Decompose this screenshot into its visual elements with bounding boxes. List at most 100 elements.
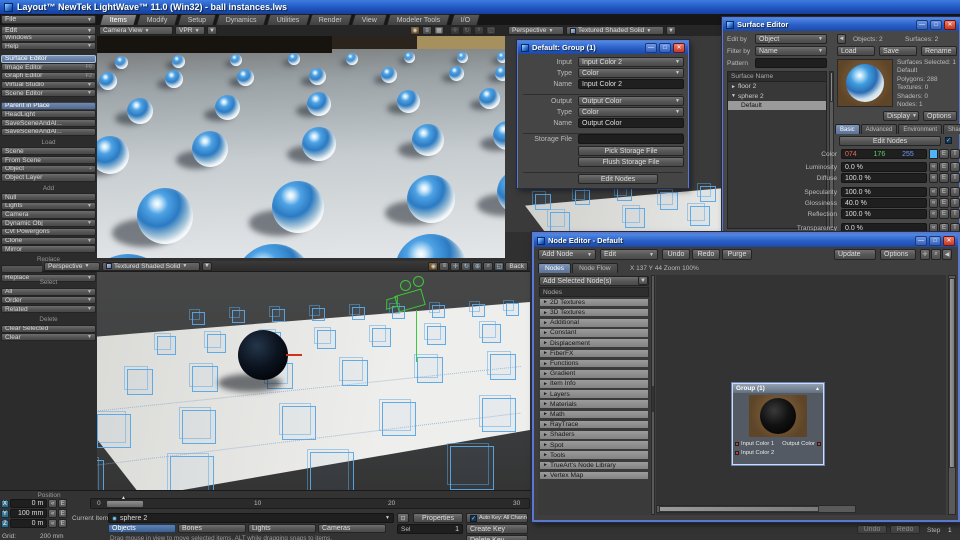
node-category-fiberfx[interactable]: ►FiberFX xyxy=(539,349,649,359)
delete-key-button[interactable]: Delete Key xyxy=(466,535,528,540)
output-select[interactable]: Output Color▼ xyxy=(578,96,684,106)
present-icon[interactable]: ◀ xyxy=(942,249,952,260)
list-icon[interactable]: ≡ xyxy=(439,262,449,271)
slider-nudge-button[interactable]: « xyxy=(929,198,938,208)
edit-button[interactable]: Edit▼ xyxy=(600,249,658,260)
purge-button[interactable]: Purge xyxy=(722,249,752,260)
sidebar-item-headlight[interactable]: HeadLight xyxy=(1,110,96,118)
port-icon[interactable] xyxy=(817,442,821,446)
render-mode-dropdown-icon[interactable]: ▼ xyxy=(207,26,217,35)
node-category-2d-textures[interactable]: ►2D Textures xyxy=(539,298,649,308)
node-category-functions[interactable]: ►Functions xyxy=(539,359,649,369)
menu-tab-modeler-tools[interactable]: Modeler Tools xyxy=(387,14,452,25)
sidebar-item-lights[interactable]: Lights▼ xyxy=(1,202,96,210)
sidebar-item-scene[interactable]: Scene xyxy=(1,147,96,155)
node-category-materials[interactable]: ►Materials xyxy=(539,399,649,409)
sidebar-item-savesceneandal[interactable]: SaveSceneAndAl... xyxy=(1,128,96,136)
expand-icon[interactable]: ► xyxy=(543,310,548,316)
sidebar-item-order[interactable]: Order▼ xyxy=(1,296,96,304)
envelope-button[interactable]: E xyxy=(939,187,949,197)
input-select[interactable]: Input Color 2▼ xyxy=(578,57,684,67)
slider-nudge-button[interactable]: « xyxy=(929,209,938,219)
canvas-vscrollbar[interactable] xyxy=(948,275,956,515)
perspective-view-select[interactable]: Perspective▼ xyxy=(508,26,564,35)
zoom-icon[interactable]: ⌕ xyxy=(474,26,484,35)
envelope-button[interactable]: E xyxy=(58,509,67,518)
pan-icon[interactable]: ✛ xyxy=(920,249,930,260)
load-button[interactable]: Load xyxy=(837,46,875,56)
envelope-button[interactable]: E xyxy=(939,162,949,172)
sidebar-item-image-editor[interactable]: Image EditorF6 xyxy=(1,63,96,71)
expand-icon[interactable]: ► xyxy=(543,442,548,448)
input-port[interactable]: Input Color 2 xyxy=(735,450,774,456)
edit-nodes-button[interactable]: Edit Nodes xyxy=(578,174,658,184)
surface-editor-titlebar[interactable]: Surface Editor — □ ✕ xyxy=(723,18,959,31)
node-category-displacement[interactable]: ►Displacement xyxy=(539,338,649,348)
input-name-field[interactable]: Input Color 2 xyxy=(578,79,684,89)
node-category-shaders[interactable]: ►Shaders xyxy=(539,430,649,440)
sidebar-item-help[interactable]: Help▼ xyxy=(1,42,96,50)
add-selected-nodes-button[interactable]: Add Selected Node(s) xyxy=(539,276,649,286)
sidebar-item-virtual-studio[interactable]: Virtual Studio▼ xyxy=(1,81,96,89)
port-icon[interactable] xyxy=(735,442,739,446)
slider-nudge-button[interactable]: « xyxy=(48,519,57,528)
surface-list-item-sphere-2[interactable]: ▼sphere 2 xyxy=(728,91,826,100)
timeline-slider[interactable]: ▲ 0102030 xyxy=(90,498,530,509)
camera-icon[interactable]: ◉ xyxy=(428,262,438,271)
pick-storage-file-button[interactable]: Pick Storage File xyxy=(578,146,684,156)
property-value-field[interactable]: 100.0 % xyxy=(841,209,927,219)
property-value-field[interactable]: 0.0 % xyxy=(841,162,927,172)
render-mode-dropdown-icon[interactable]: ▼ xyxy=(202,262,212,271)
sidebar-item-object[interactable]: Object+ xyxy=(1,165,96,173)
sidebar-item-dynamic-obj[interactable]: Dynamic Obj▼ xyxy=(1,219,96,227)
expand-icon[interactable]: ► xyxy=(543,432,548,438)
sidebar-item-savesceneandal[interactable]: SaveSceneAndAl... xyxy=(1,119,96,127)
sidebar-item-from-scene[interactable]: From Scene xyxy=(1,156,96,164)
close-icon[interactable]: ✕ xyxy=(943,236,955,246)
list-icon[interactable]: ≡ xyxy=(422,26,432,35)
texture-button[interactable]: T xyxy=(950,187,960,197)
sidebar-item-clear[interactable]: Clear▼ xyxy=(1,333,96,341)
timeline-handle[interactable] xyxy=(106,500,144,508)
output-type-select[interactable]: Color▼ xyxy=(578,107,684,117)
sidebar-item-null[interactable]: Null xyxy=(1,193,96,201)
position-value-field[interactable]: 100 mm xyxy=(10,509,47,518)
menu-tab-i-o[interactable]: I/O xyxy=(450,14,480,25)
node-category-raytrace[interactable]: ►RayTrace xyxy=(539,420,649,430)
menu-tab-setup[interactable]: Setup xyxy=(177,14,216,25)
texture-button[interactable]: T xyxy=(950,162,960,172)
sidebar-item-object-layer[interactable]: Object Layer xyxy=(1,173,96,181)
create-key-button[interactable]: Create Key xyxy=(466,524,528,534)
render-mode-dropdown-icon[interactable]: ▼ xyxy=(666,26,676,35)
sidebar-item-mirror[interactable]: Mirror xyxy=(1,245,96,253)
maximize-icon[interactable]: □ xyxy=(929,236,941,246)
node-category-3d-textures[interactable]: ►3D Textures xyxy=(539,308,649,318)
undo-button[interactable]: Undo xyxy=(662,249,690,260)
maximize-icon[interactable]: □ xyxy=(659,43,671,53)
collapse-panel-icon[interactable]: ◄ xyxy=(837,34,846,44)
options-button[interactable]: Options xyxy=(923,111,957,121)
sidebar-item-surface-editor[interactable]: Surface Editor xyxy=(1,55,96,63)
slider-nudge-button[interactable]: « xyxy=(48,509,57,518)
menu-tab-utilities[interactable]: Utilities xyxy=(266,14,310,25)
expand-icon[interactable]: ► xyxy=(543,361,548,367)
node-category-layers[interactable]: ►Layers xyxy=(539,389,649,399)
pan-icon[interactable]: ✛ xyxy=(450,262,460,271)
group-node[interactable]: Group (1)▲ Input Color 1Output ColorInpu… xyxy=(732,383,824,465)
expand-icon[interactable]: ► xyxy=(543,452,548,458)
texture-button[interactable]: T xyxy=(950,198,960,208)
expand-icon[interactable]: ► xyxy=(543,350,548,356)
color-rgb-field[interactable]: 074176255 xyxy=(841,149,927,159)
zoom-icon[interactable]: ⌕ xyxy=(931,249,941,260)
sidebar-item-graph-editor[interactable]: Graph EditorF2 xyxy=(1,72,96,80)
group-window-titlebar[interactable]: Default: Group (1) — □ ✕ xyxy=(518,41,688,54)
rotate-icon[interactable]: ↻ xyxy=(462,26,472,35)
envelope-button[interactable]: E xyxy=(58,519,67,528)
expand-icon[interactable]: ► xyxy=(543,422,548,428)
output-name-field[interactable]: Output Color xyxy=(578,118,684,128)
options-button[interactable]: Options xyxy=(880,249,916,260)
back-button[interactable]: Back xyxy=(505,262,528,271)
menu-tab-modify[interactable]: Modify xyxy=(137,14,179,25)
menu-tab-render[interactable]: Render xyxy=(309,14,353,25)
dolly-icon[interactable]: ⊕ xyxy=(472,262,482,271)
